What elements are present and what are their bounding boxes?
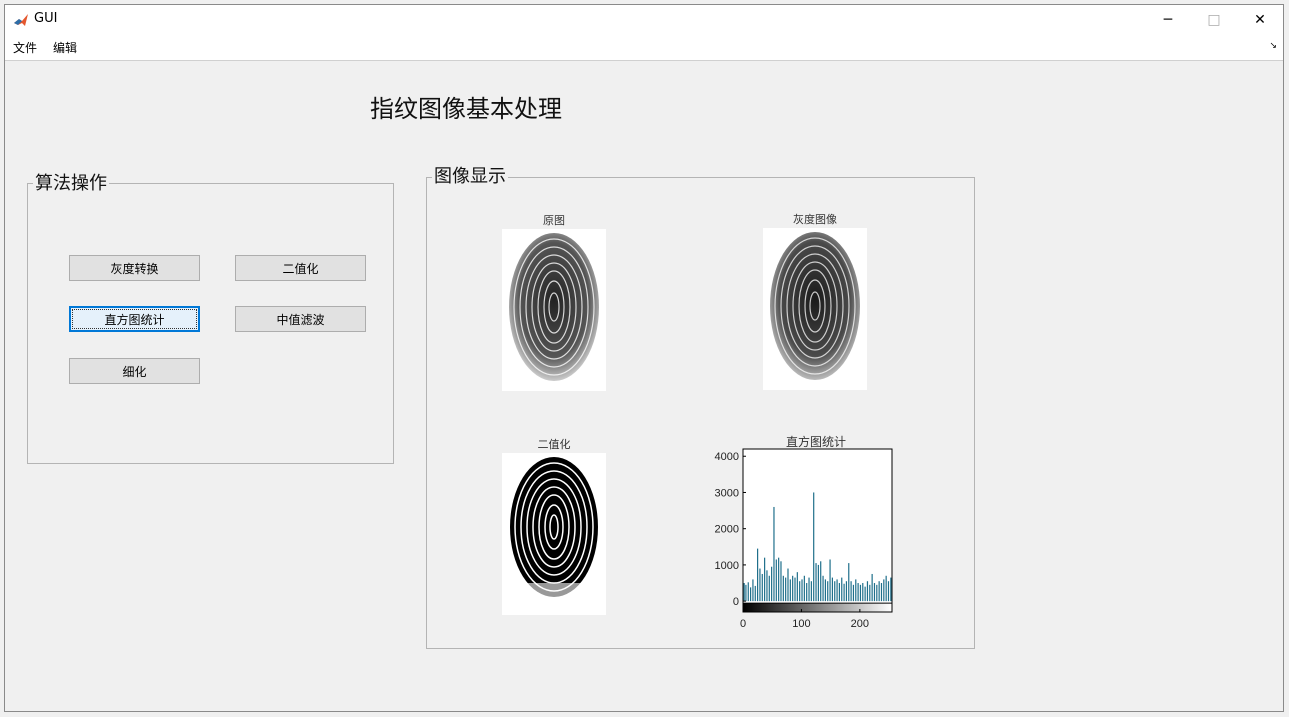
display-panel-title: 图像显示	[432, 166, 508, 187]
y-tick-label: 0	[733, 596, 739, 608]
x-tick-label: 100	[792, 618, 810, 630]
menu-edit[interactable]: 编辑	[53, 39, 77, 56]
binarize-button[interactable]: 二值化	[235, 255, 366, 281]
toolbar-toggle-icon[interactable]: ↘	[1269, 41, 1277, 51]
y-tick-label: 1000	[715, 560, 739, 572]
y-tick-label: 3000	[715, 487, 739, 499]
page-title: 指纹图像基本处理	[370, 95, 562, 123]
gui-window: GUI ─ □ ✕ 文件 编辑 ↘ 指纹图像基本处理 算法操作 灰度转换 二值化…	[4, 4, 1284, 712]
menu-bar: 文件 编辑 ↘	[5, 35, 1283, 61]
grayscale-colorbar	[742, 602, 893, 613]
original-fingerprint-image	[502, 229, 606, 391]
title-bar: GUI ─ □ ✕	[5, 5, 1283, 35]
x-tick-label: 200	[851, 618, 869, 630]
histogram-button[interactable]: 直方图统计	[69, 306, 200, 332]
median-filter-button[interactable]: 中值滤波	[235, 306, 366, 332]
y-tick-label: 2000	[715, 524, 739, 536]
binary-image-title: 二值化	[537, 438, 571, 451]
y-tick-label: 4000	[715, 451, 739, 463]
gray-image-title: 灰度图像	[793, 213, 837, 226]
window-title: GUI	[34, 11, 58, 26]
minimize-button[interactable]: ─	[1145, 5, 1191, 35]
histogram-chart: 0 1000 2000 3000 4000 0 100 200	[715, 448, 893, 630]
thinning-button[interactable]: 细化	[69, 358, 200, 384]
algo-panel-title: 算法操作	[33, 173, 109, 194]
x-tick-label: 0	[740, 618, 746, 630]
gray-fingerprint-image	[763, 228, 867, 390]
binary-fingerprint-image	[502, 453, 606, 615]
original-image-title: 原图	[543, 214, 565, 227]
close-button[interactable]: ✕	[1237, 5, 1283, 35]
maximize-button[interactable]: □	[1191, 5, 1237, 35]
menu-file[interactable]: 文件	[13, 39, 37, 56]
matlab-icon	[13, 12, 29, 28]
gray-convert-button[interactable]: 灰度转换	[69, 255, 200, 281]
